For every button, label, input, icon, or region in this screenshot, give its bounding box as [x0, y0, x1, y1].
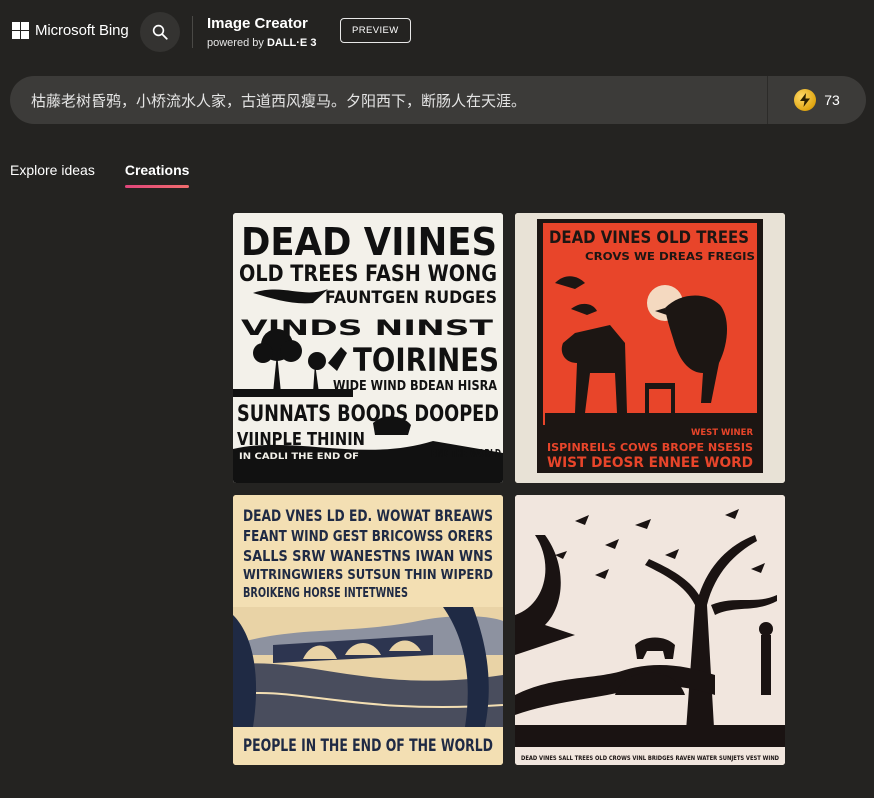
- image-3-text: BROIKENG HORSE INTETWNES: [243, 586, 408, 601]
- image-2-text: DEAD VINES OLD TREES: [549, 228, 749, 248]
- image-1-text: WIDE WIND BDEAN HISRA: [333, 379, 497, 394]
- generated-image-3[interactable]: DEAD VNES LD ED. WOWAT BREAWS FEANT WIND…: [233, 495, 503, 765]
- model-name: DALL·E 3: [266, 37, 317, 49]
- prompt-input[interactable]: 枯藤老树昏鸦，小桥流水人家，古道西风瘦马。夕阳西下，断肠人在天涯。: [10, 90, 767, 111]
- image-4-artwork: DEAD VINES SALL TREES OLD CROWS VINL BRI…: [515, 495, 785, 765]
- tab-creations[interactable]: Creations: [124, 162, 189, 188]
- boosts-button[interactable]: 73: [768, 89, 866, 111]
- product-heading[interactable]: Image Creator powered by DALL·E 3: [207, 15, 316, 51]
- image-1-text: SUNNATS BOODS DOOPED: [237, 402, 499, 427]
- tabs: Explore ideas Creations: [10, 162, 189, 188]
- generated-image-2[interactable]: DEAD VINES OLD TREES CROVS WE DREAS FREG…: [515, 213, 785, 483]
- image-2-text: WEST WINER: [691, 428, 753, 438]
- image-3-text: FEANT WIND GEST BRICOWSS ORERS: [243, 527, 493, 545]
- image-2-text: ISPINREILS COWS BROPE NSESIS: [547, 442, 753, 454]
- image-1-text: FAUNTGEN RUDGES: [325, 288, 497, 308]
- image-3-text: SALLS SRW WANESTNS IWAN WNS: [243, 547, 493, 565]
- boosts-count: 73: [824, 92, 840, 108]
- creations-grid: DEAD VIINES OLD TREES FASH WONG FAUNTGEN…: [233, 213, 785, 765]
- image-4-text: DEAD VINES SALL TREES OLD CROWS VINL BRI…: [521, 754, 779, 762]
- product-title: Image Creator: [207, 15, 308, 32]
- image-1-text: TOIRINES: [353, 341, 499, 379]
- image-3-artwork: DEAD VNES LD ED. WOWAT BREAWS FEANT WIND…: [233, 495, 503, 765]
- image-2-text: CROVS WE DREAS FREGIS: [585, 250, 755, 263]
- generated-image-1[interactable]: DEAD VIINES OLD TREES FASH WONG FAUNTGEN…: [233, 213, 503, 483]
- image-1-text: END THE WORLD: [431, 447, 501, 460]
- image-3-text: PEOPLE IN THE END OF THE WORLD: [243, 736, 493, 756]
- prompt-bar[interactable]: 枯藤老树昏鸦，小桥流水人家，古道西风瘦马。夕阳西下，断肠人在天涯。 73: [10, 76, 866, 124]
- image-2-text: WIST DEOSR ENNEE WORD: [547, 455, 753, 471]
- image-3-text: DEAD VNES LD ED. WOWAT BREAWS: [243, 506, 493, 525]
- tab-explore-ideas[interactable]: Explore ideas: [10, 162, 95, 188]
- image-3-text: WITRINGWIERS SUTSUN THIN WIPERD: [243, 568, 493, 583]
- image-1-artwork: DEAD VIINES OLD TREES FASH WONG FAUNTGEN…: [233, 213, 503, 483]
- search-icon: [152, 24, 168, 40]
- brand-name: Microsoft Bing: [35, 22, 129, 39]
- generated-image-4[interactable]: DEAD VINES SALL TREES OLD CROWS VINL BRI…: [515, 495, 785, 765]
- image-creator-page: Microsoft Bing Image Creator powered by …: [0, 0, 874, 798]
- boost-coin-icon: [794, 89, 817, 111]
- microsoft-logo-icon: [12, 22, 29, 39]
- powered-by-label: powered by: [207, 37, 267, 49]
- preview-badge: PREVIEW: [340, 18, 411, 43]
- image-2-artwork: DEAD VINES OLD TREES CROVS WE DREAS FREG…: [515, 213, 785, 483]
- image-1-text: OLD TREES FASH WONG: [239, 262, 497, 287]
- image-3-landscape: [233, 607, 503, 727]
- image-1-text: DEAD VIINES: [241, 220, 497, 264]
- image-1-text: IN CADLI THE END OF: [239, 452, 359, 462]
- bing-brand[interactable]: Microsoft Bing: [12, 22, 129, 39]
- search-button[interactable]: [140, 12, 180, 52]
- header-divider: [192, 16, 193, 48]
- product-subtitle: powered by DALL·E 3: [207, 35, 316, 51]
